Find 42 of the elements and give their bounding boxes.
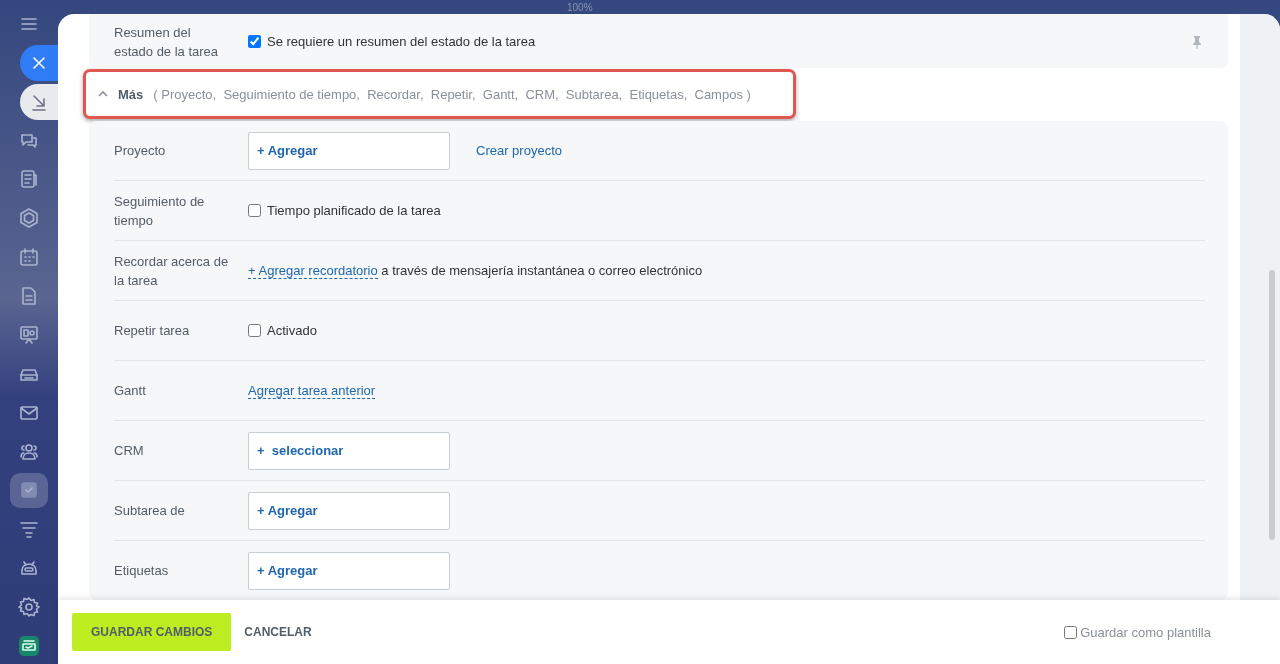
checkbox-label: Guardar como plantilla [1080,624,1211,640]
scrollbar-thumb[interactable] [1269,270,1275,540]
checkbox[interactable] [248,204,261,217]
section-summary: ( Proyecto, Seguimiento de tiempo, Recordar, Repetir, Gantt, CRM, Subtarea, Etiquetas, Campos ) [153,86,751,102]
field-label: Recordar acerca de la tarea [114,252,230,290]
create-link[interactable]: Crear proyecto [476,143,562,158]
cancel-button[interactable]: CANCELAR [235,625,321,639]
checkbox-label: Tiempo planificado de la tarea [267,203,441,218]
add-button[interactable]: + seleccionar [248,431,450,470]
field-label: Gantt [114,382,147,400]
presentation-icon [18,323,40,346]
add-reminder-link[interactable]: + Agregar recordatorio [248,263,378,279]
add-link[interactable]: Agregar tarea anterior [248,382,376,399]
add-button[interactable]: + Agregar [248,131,450,170]
add-button[interactable]: + Agregar [248,491,450,530]
field-label: Etiquetas [114,562,170,580]
checkbox[interactable] [1064,625,1078,639]
pin-icon[interactable] [1190,34,1204,49]
field-label: Proyecto [114,142,167,160]
sidebar-item[interactable] [20,83,58,120]
field-label: Repetir tarea [114,322,191,340]
checkbox-label: Se requiere un resumen del estado de la tarea [267,34,536,50]
more-section-toggle[interactable]: Más ( Proyecto, Seguimiento de tiempo, Recordar, Repetir, Gantt, CRM, Subtarea, Etiquetas, Campos ) [83,69,796,120]
sidebar-item[interactable] [20,44,58,81]
field-label: CRM [114,442,145,460]
sidebar-item[interactable] [10,472,48,509]
hexagon-icon [18,207,40,230]
add-button[interactable]: + Agregar [248,551,450,590]
checkbox[interactable] [248,35,261,49]
gear-icon [18,596,40,619]
newspaper-icon [18,168,40,191]
field-label: Subtarea de [114,502,186,520]
checkbox-label: Activado [267,323,317,338]
app-logo-icon [18,634,40,657]
save-button[interactable]: GUARDAR CAMBIOS [72,613,232,651]
checkbox[interactable] [248,324,261,337]
reminder-note: + Agregar recordatorio a través de mensajería instantánea o correo electrónico [248,263,703,278]
field-label: Resumen del estado de la tarea [114,23,220,61]
field-label: Seguimiento de tiempo [114,192,206,230]
calendar-icon [18,246,40,269]
section-title: Más [118,86,144,102]
zoom-level: 100% [567,2,593,13]
